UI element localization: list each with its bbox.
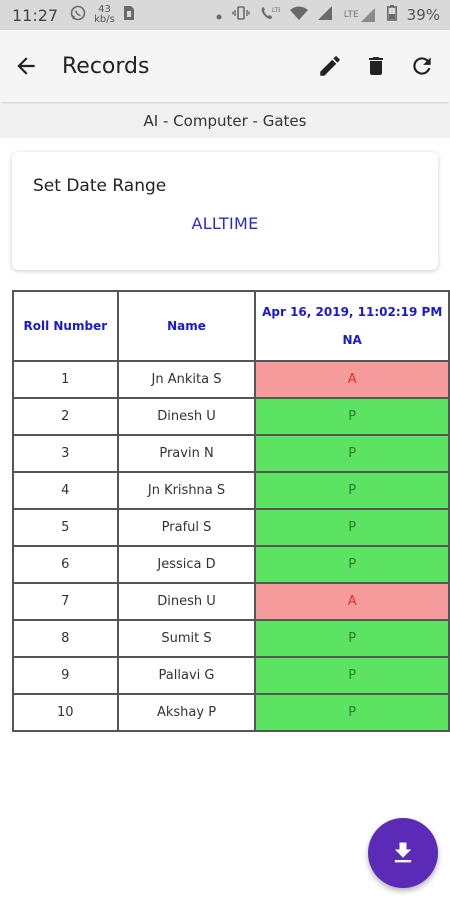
roll-cell: 3 — [12, 434, 119, 473]
attendance-cell[interactable]: P — [254, 545, 450, 584]
roll-cell: 2 — [12, 397, 119, 436]
status-time: 11:27 — [12, 5, 59, 25]
table-row: 3 Pravin NP — [12, 434, 450, 473]
header-session-date[interactable]: Apr 16, 2019, 11:02:19 PM NA — [254, 290, 450, 362]
attendance-cell[interactable]: P — [254, 434, 450, 473]
name-cell: Pravin N — [116, 434, 257, 473]
dot-icon — [216, 6, 222, 24]
refresh-button[interactable] — [400, 44, 444, 88]
table-row: 8 Sumit SP — [12, 619, 450, 658]
table-header-row: Roll Number Name Apr 16, 2019, 11:02:19 … — [12, 290, 450, 362]
back-button[interactable] — [0, 40, 52, 92]
table-row: 10 Akshay PP — [12, 693, 450, 732]
lte-label: LTE — [343, 10, 359, 20]
name-cell: Jn Ankita S — [116, 360, 257, 399]
arrow-left-icon — [17, 57, 35, 75]
class-subtitle: AI - Computer - Gates — [0, 104, 450, 138]
roll-cell: 7 — [12, 582, 119, 621]
roll-cell: 1 — [12, 360, 119, 399]
battery-percentage: 39% — [406, 6, 440, 24]
attendance-cell[interactable]: A — [254, 582, 450, 621]
table-row: 1 Jn Ankita SA — [12, 360, 450, 399]
date-range-button[interactable]: ALLTIME — [12, 214, 438, 233]
lte-signal-icon: LTE — [344, 8, 377, 22]
name-cell: Praful S — [116, 508, 257, 547]
volte-call-icon: LTE — [260, 5, 282, 25]
signal-icon — [317, 6, 334, 24]
app-bar: Records — [0, 30, 450, 102]
edit-button[interactable] — [308, 44, 352, 88]
page-title: Records — [62, 53, 150, 79]
attendance-table-container: Roll Number Name Apr 16, 2019, 11:02:19 … — [12, 290, 450, 732]
status-left-icons: 43 kb/s — [70, 5, 135, 25]
table-row: 7 Dinesh UA — [12, 582, 450, 621]
app-bar-actions — [308, 44, 444, 88]
attendance-cell[interactable]: A — [254, 360, 450, 399]
status-right-icons: LTE LTE 39% — [216, 5, 440, 25]
table-body: 1 Jn Ankita S A 2 Dinesh U P 3 Pravin N P 4 Jn Kri… — [12, 360, 450, 732]
date-range-card: Set Date Range ALLTIME — [12, 152, 438, 270]
roll-cell: 9 — [12, 656, 119, 695]
battery-icon — [386, 5, 397, 25]
name-cell: Pallavi G — [116, 656, 257, 695]
roll-cell: 4 — [12, 471, 119, 510]
table-row: 5 Praful SP — [12, 508, 450, 547]
svg-text:LTE: LTE — [272, 7, 280, 14]
roll-cell: 6 — [12, 545, 119, 584]
name-cell: Dinesh U — [116, 397, 257, 436]
status-bar: 11:27 43 kb/s LTE LTE — [0, 0, 450, 30]
header-name: Name — [116, 290, 257, 362]
name-cell: Jessica D — [116, 545, 257, 584]
session-label: NA — [342, 333, 362, 347]
trash-icon — [369, 57, 383, 75]
data-speed-indicator: 43 kb/s — [94, 5, 115, 25]
delete-button[interactable] — [354, 44, 398, 88]
download-icon — [394, 842, 412, 863]
vibrate-icon — [231, 5, 250, 25]
date-range-label: Set Date Range — [33, 176, 167, 196]
table-row: 2 Dinesh UP — [12, 397, 450, 436]
attendance-cell[interactable]: P — [254, 471, 450, 510]
table-row: 9 Pallavi GP — [12, 656, 450, 695]
wifi-icon — [289, 6, 308, 24]
download-button[interactable] — [368, 818, 438, 888]
roll-cell: 8 — [12, 619, 119, 658]
whatsapp-icon — [70, 5, 86, 25]
name-cell: Jn Krishna S — [116, 471, 257, 510]
table-row: 6 Jessica DP — [12, 545, 450, 584]
attendance-cell[interactable]: P — [254, 693, 450, 732]
sim-card-icon — [123, 5, 135, 25]
data-speed-unit: kb/s — [94, 14, 115, 25]
session-date: Apr 16, 2019, 11:02:19 PM — [262, 304, 443, 319]
attendance-cell[interactable]: P — [254, 656, 450, 695]
attendance-cell[interactable]: P — [254, 619, 450, 658]
attendance-cell[interactable]: P — [254, 397, 450, 436]
name-cell: Sumit S — [116, 619, 257, 658]
roll-cell: 5 — [12, 508, 119, 547]
header-roll-number: Roll Number — [12, 290, 119, 362]
name-cell: Dinesh U — [116, 582, 257, 621]
table-row: 4 Jn Krishna SP — [12, 471, 450, 510]
attendance-cell[interactable]: P — [254, 508, 450, 547]
pencil-icon — [320, 56, 340, 76]
roll-cell: 10 — [12, 693, 119, 732]
name-cell: Akshay P — [116, 693, 257, 732]
refresh-icon — [413, 57, 431, 75]
attendance-table: Roll Number Name Apr 16, 2019, 11:02:19 … — [12, 290, 450, 732]
